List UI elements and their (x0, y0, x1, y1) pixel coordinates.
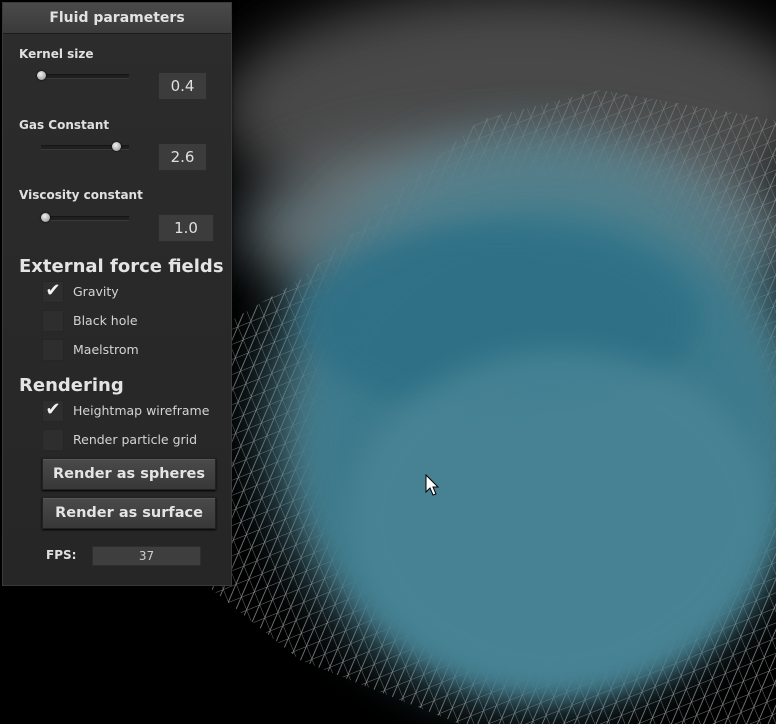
fluid-parameters-panel: Fluid parameters Kernel size 0.4 Gas Con… (2, 2, 232, 586)
render-particle-grid-checkbox[interactable]: ✔ (42, 429, 64, 451)
viscosity-constant-label: Viscosity constant (19, 188, 143, 202)
external-force-fields-heading: External force fields (19, 256, 224, 277)
kernel-size-label: Kernel size (19, 47, 94, 61)
kernel-size-value[interactable]: 0.4 (158, 72, 207, 100)
gas-constant-value[interactable]: 2.6 (158, 143, 207, 171)
slider-knob[interactable] (37, 71, 46, 80)
render-as-spheres-button[interactable]: Render as spheres (42, 458, 216, 490)
slider-knob[interactable] (111, 142, 121, 151)
gas-constant-label: Gas Constant (19, 118, 110, 132)
viscosity-constant-slider[interactable] (41, 213, 129, 222)
checkmark-icon: ✔ (45, 399, 61, 420)
maelstrom-checkbox[interactable]: ✔ (42, 339, 64, 361)
mouse-pointer-icon (425, 474, 440, 496)
maelstrom-label[interactable]: Maelstrom (73, 342, 139, 357)
gravity-checkbox[interactable]: ✔ (42, 280, 64, 303)
gravity-label[interactable]: Gravity (73, 284, 119, 299)
rendering-heading: Rendering (19, 375, 124, 396)
black-hole-label[interactable]: Black hole (73, 313, 138, 328)
kernel-size-slider[interactable] (37, 71, 129, 80)
gas-constant-slider[interactable] (41, 142, 129, 151)
viscosity-constant-value[interactable]: 1.0 (158, 214, 214, 242)
checkmark-icon: ✔ (45, 280, 61, 301)
fps-label: FPS: (46, 548, 77, 562)
fps-value: 37 (92, 546, 201, 566)
heightmap-wireframe-checkbox[interactable]: ✔ (42, 399, 64, 422)
slider-knob[interactable] (41, 213, 50, 222)
panel-title[interactable]: Fluid parameters (3, 3, 231, 34)
render-as-surface-button[interactable]: Render as surface (42, 497, 216, 529)
render-particle-grid-label[interactable]: Render particle grid (73, 432, 197, 447)
black-hole-checkbox[interactable]: ✔ (42, 310, 64, 332)
heightmap-wireframe-label[interactable]: Heightmap wireframe (73, 403, 209, 418)
